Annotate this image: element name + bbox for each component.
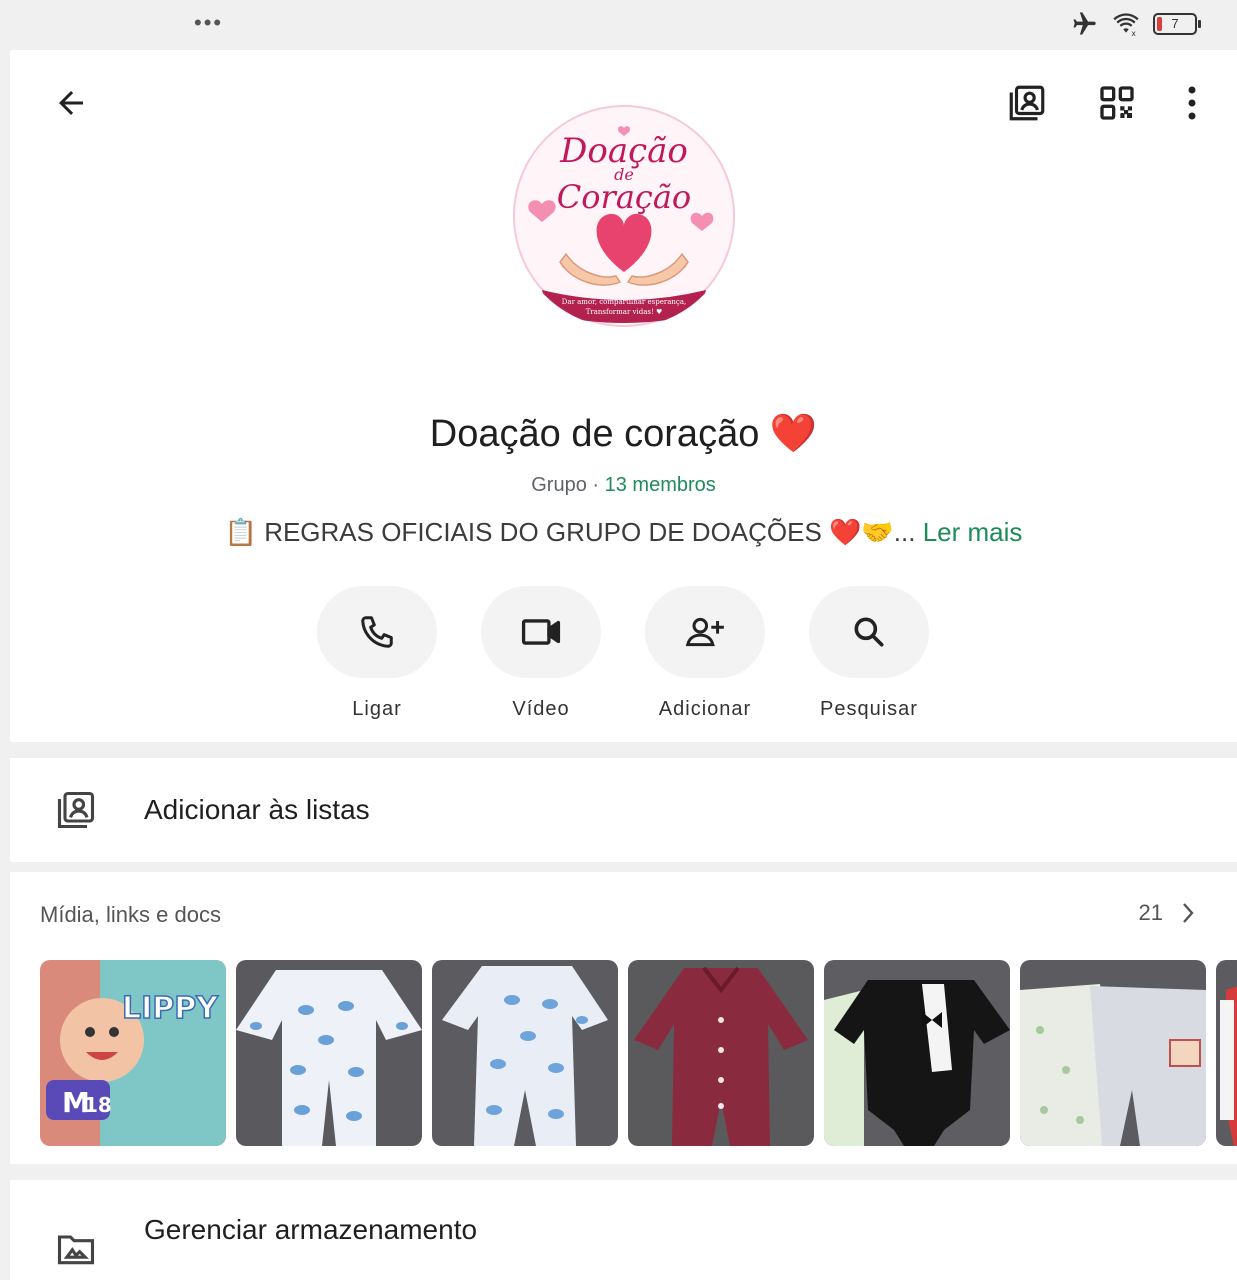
thumb-diapers[interactable]: LIPPY M 18 — [40, 960, 226, 1146]
arrow-left-icon — [59, 91, 83, 115]
back-button[interactable] — [46, 78, 96, 128]
add-action[interactable]: Adicionar — [645, 586, 765, 721]
folder-icon — [54, 1226, 98, 1275]
svg-text:x: x — [1131, 29, 1136, 37]
read-more-link[interactable]: Ler mais — [915, 517, 1023, 547]
qr-code-icon — [1100, 86, 1134, 120]
top-actions — [997, 78, 1207, 128]
group-description[interactable]: 📋 REGRAS OFICIAIS DO GRUPO DE DOAÇÕES ❤️… — [10, 517, 1237, 548]
group-info-page: Doação de Coração Dar amor, compartilhar… — [10, 50, 1237, 1280]
search-action[interactable]: Pesquisar — [809, 586, 929, 721]
add-member-button[interactable] — [645, 586, 765, 678]
clipboard-icon: 📋 — [224, 517, 257, 547]
media-links-docs-section: Mídia, links e docs 21 LIPPY M 18 — [10, 872, 1237, 1164]
add-person-icon — [685, 617, 724, 647]
contact-list-icon — [1009, 85, 1045, 121]
status-bar: ••• x 7 — [0, 0, 1237, 50]
thumb-maroon-romper[interactable] — [628, 960, 814, 1146]
video-label: Vídeo — [512, 698, 570, 720]
logo-banner-line1: Dar amor, compartilhar esperança, — [562, 298, 686, 306]
overflow-dots-icon: ••• — [194, 10, 224, 35]
add-to-list-button[interactable] — [997, 78, 1057, 128]
video-action[interactable]: Vídeo — [481, 586, 601, 721]
media-count-link[interactable]: 21 — [1139, 900, 1195, 926]
more-options-button[interactable] — [1177, 78, 1207, 128]
media-thumbnails: LIPPY M 18 — [40, 960, 1237, 1146]
manage-storage-row[interactable]: Gerenciar armazenamento — [10, 1180, 1237, 1280]
phone-icon — [361, 616, 393, 648]
search-label: Pesquisar — [820, 698, 918, 720]
media-count: 21 — [1138, 900, 1163, 925]
call-action[interactable]: Ligar — [317, 586, 437, 721]
status-icons: x 7 — [1069, 10, 1201, 38]
media-section-title: Mídia, links e docs — [40, 902, 221, 927]
quick-actions: Ligar Vídeo Adicionar Pesquisar — [317, 586, 929, 721]
group-meta: Grupo · 13 membros — [10, 474, 1237, 497]
airplane-mode-icon — [1073, 12, 1096, 35]
thumb-tuxedo-bodysuit[interactable] — [824, 960, 1010, 1146]
search-icon — [854, 617, 884, 647]
contact-list-icon — [54, 788, 98, 837]
battery-icon: 7 — [1153, 13, 1201, 35]
search-button[interactable] — [809, 586, 929, 678]
group-description-text: REGRAS OFICIAIS DO GRUPO DE DOAÇÕES ❤️🤝.… — [264, 517, 916, 547]
call-button[interactable] — [317, 586, 437, 678]
thumb-white-rompers[interactable] — [1020, 960, 1206, 1146]
logo-title-line3: Coração — [557, 178, 691, 216]
add-to-lists-label: Adicionar às listas — [144, 794, 370, 825]
battery-level: 7 — [1171, 16, 1179, 31]
meta-separator: · — [586, 474, 605, 496]
video-button[interactable] — [481, 586, 601, 678]
video-camera-icon — [521, 619, 561, 645]
chevron-right-icon — [1183, 903, 1194, 923]
group-header-card: Doação de Coração Dar amor, compartilhar… — [10, 50, 1237, 742]
group-type-label: Grupo — [531, 474, 587, 496]
wifi-icon: x — [1113, 13, 1139, 37]
members-count-link[interactable]: 13 membros — [605, 474, 716, 496]
group-name[interactable]: Doação de coração ❤️ — [10, 412, 1237, 456]
heart-hands-logo: Doação de Coração Dar amor, compartilhar… — [513, 105, 735, 327]
thumb-red-partial[interactable] — [1216, 960, 1237, 1146]
manage-storage-label: Gerenciar armazenamento — [144, 1214, 478, 1245]
thumb-elephant-onesie-2[interactable] — [432, 960, 618, 1146]
thumb-elephant-onesie-1[interactable] — [236, 960, 422, 1146]
logo-banner-line2: Transformar vidas! ♥ — [586, 308, 663, 316]
diaper-qty: 18 — [84, 1093, 112, 1117]
diaper-brand: LIPPY — [122, 991, 219, 1026]
more-vertical-icon — [1188, 86, 1196, 120]
group-avatar[interactable]: Doação de Coração Dar amor, compartilhar… — [512, 104, 736, 328]
add-to-lists-row[interactable]: Adicionar às listas — [10, 758, 1237, 862]
call-label: Ligar — [352, 698, 402, 720]
add-label: Adicionar — [658, 698, 752, 720]
qr-code-button[interactable] — [1087, 78, 1147, 128]
